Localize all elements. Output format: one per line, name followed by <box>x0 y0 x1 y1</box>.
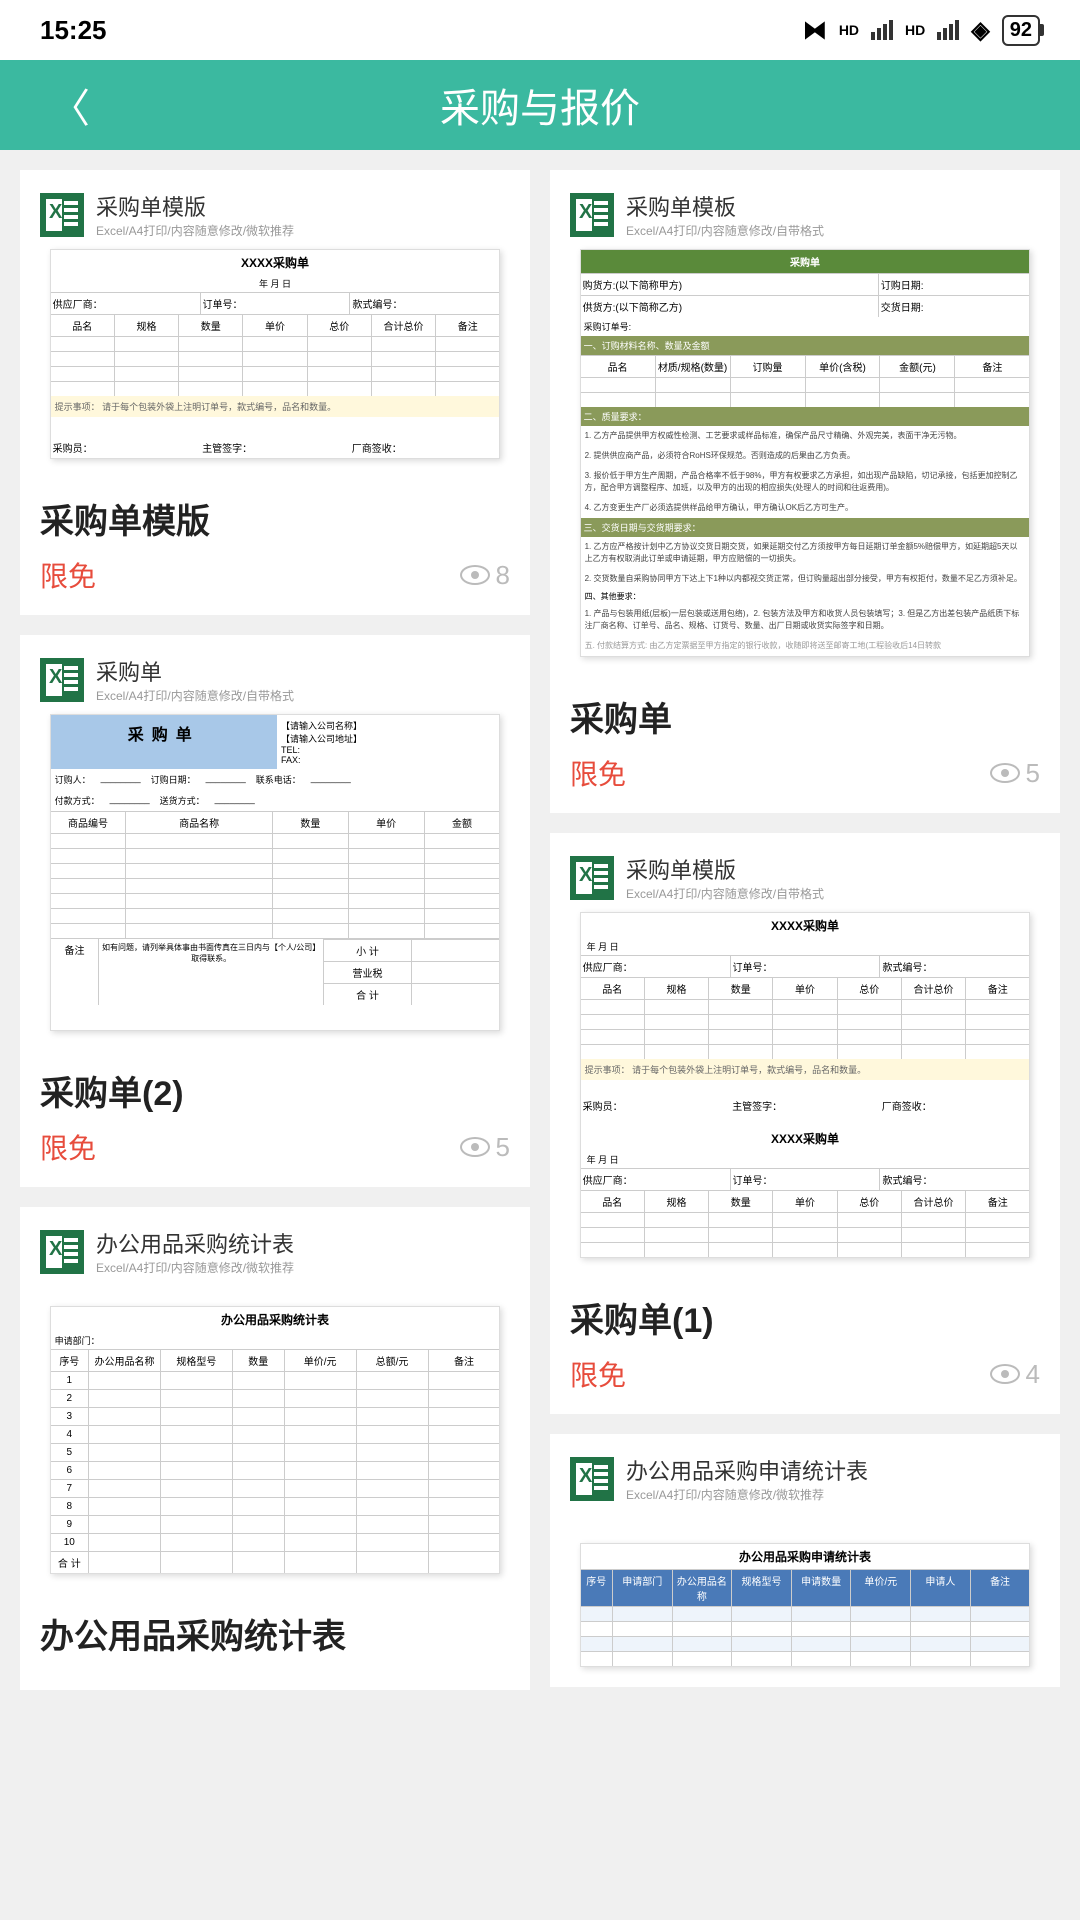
template-card[interactable]: 采购单 Excel/A4打印/内容随意修改/自带格式 采购单 【请输入公司名称】… <box>20 635 530 1187</box>
card-preview: 办公用品采购申请统计表 Excel/A4打印/内容随意修改/微软推荐 办公用品采… <box>550 1434 1060 1687</box>
doc-subtitle: Excel/A4打印/内容随意修改/自带格式 <box>626 222 824 239</box>
card-title: 采购单(2) <box>40 1066 510 1115</box>
sheet-preview: XXXX采购单 年 月 日 供应厂商：订单号：款式编号： 品名规格数量单价总价合… <box>580 912 1031 1258</box>
signal-icon-2 <box>937 20 959 40</box>
doc-title: 办公用品采购统计表 <box>96 1227 294 1259</box>
status-right: ⧓ HD HD ◈ 92 <box>803 15 1040 46</box>
doc-title: 采购单模板 <box>626 190 824 222</box>
sheet-preview: 采购单 【请输入公司名称】 【请输入公司地址】 TEL: FAX: 订购人：__… <box>50 714 501 1031</box>
view-count: 5 <box>460 1132 510 1163</box>
view-count: 5 <box>990 758 1040 789</box>
price-tag: 限免 <box>570 753 626 793</box>
card-preview: 采购单 Excel/A4打印/内容随意修改/自带格式 采购单 【请输入公司名称】… <box>20 635 530 1051</box>
excel-icon <box>570 856 614 900</box>
doc-title: 办公用品采购申请统计表 <box>626 1454 868 1486</box>
card-title: 采购单模版 <box>40 494 510 543</box>
doc-title: 采购单 <box>96 655 294 687</box>
eye-icon <box>990 1364 1020 1384</box>
view-count: 4 <box>990 1359 1040 1390</box>
card-preview: 采购单模版 Excel/A4打印/内容随意修改/自带格式 XXXX采购单 年 月… <box>550 833 1060 1278</box>
content-grid[interactable]: 采购单模版 Excel/A4打印/内容随意修改/微软推荐 XXXX采购单 年 月… <box>0 150 1080 1710</box>
card-title: 采购单 <box>570 692 1040 741</box>
status-time: 15:25 <box>40 15 107 46</box>
eye-icon <box>990 763 1020 783</box>
battery-icon: 92 <box>1002 15 1040 46</box>
template-card[interactable]: 办公用品采购申请统计表 Excel/A4打印/内容随意修改/微软推荐 办公用品采… <box>550 1434 1060 1687</box>
hd-label-2: HD <box>905 22 925 38</box>
card-preview: 采购单模板 Excel/A4打印/内容随意修改/自带格式 采购单 购货方:(以下… <box>550 170 1060 677</box>
price-tag: 限免 <box>40 1127 96 1167</box>
doc-subtitle: Excel/A4打印/内容随意修改/自带格式 <box>626 885 824 902</box>
price-tag: 限免 <box>40 555 96 595</box>
doc-subtitle: Excel/A4打印/内容随意修改/自带格式 <box>96 687 294 704</box>
card-title: 采购单(1) <box>570 1293 1040 1342</box>
hd-label-1: HD <box>839 22 859 38</box>
template-card[interactable]: 采购单模版 Excel/A4打印/内容随意修改/微软推荐 XXXX采购单 年 月… <box>20 170 530 615</box>
sheet-preview: 办公用品采购申请统计表 序号申请部门办公用品名称规格型号申请数量单价/元申请人备… <box>580 1543 1031 1667</box>
eye-icon <box>460 1137 490 1157</box>
template-card[interactable]: 采购单模板 Excel/A4打印/内容随意修改/自带格式 采购单 购货方:(以下… <box>550 170 1060 813</box>
app-header: 〈 采购与报价 <box>0 60 1080 150</box>
card-preview: 采购单模版 Excel/A4打印/内容随意修改/微软推荐 XXXX采购单 年 月… <box>20 170 530 479</box>
doc-subtitle: Excel/A4打印/内容随意修改/微软推荐 <box>96 222 294 239</box>
excel-icon <box>40 1230 84 1274</box>
bluetooth-icon: ⧓ <box>803 16 827 45</box>
excel-icon <box>40 193 84 237</box>
doc-title: 采购单模版 <box>96 190 294 222</box>
sheet-preview: 采购单 购货方:(以下简称甲方)订购日期: 供货方:(以下简称乙方)交货日期: … <box>580 249 1031 657</box>
excel-icon <box>570 193 614 237</box>
left-column: 采购单模版 Excel/A4打印/内容随意修改/微软推荐 XXXX采购单 年 月… <box>20 170 530 1690</box>
eye-icon <box>460 565 490 585</box>
signal-icon-1 <box>871 20 893 40</box>
back-button[interactable]: 〈 <box>30 66 110 144</box>
sheet-preview: 办公用品采购统计表 申请部门： 序号办公用品名称规格型号数量单价/元总额/元备注… <box>50 1306 501 1574</box>
excel-icon <box>570 1457 614 1501</box>
view-count: 8 <box>460 560 510 591</box>
template-card[interactable]: 采购单模版 Excel/A4打印/内容随意修改/自带格式 XXXX采购单 年 月… <box>550 833 1060 1414</box>
card-preview: 办公用品采购统计表 Excel/A4打印/内容随意修改/微软推荐 办公用品采购统… <box>20 1207 530 1594</box>
price-tag: 限免 <box>570 1354 626 1394</box>
wifi-icon: ◈ <box>971 16 989 45</box>
doc-subtitle: Excel/A4打印/内容随意修改/微软推荐 <box>96 1259 294 1276</box>
template-card[interactable]: 办公用品采购统计表 Excel/A4打印/内容随意修改/微软推荐 办公用品采购统… <box>20 1207 530 1690</box>
doc-subtitle: Excel/A4打印/内容随意修改/微软推荐 <box>626 1486 868 1503</box>
excel-icon <box>40 658 84 702</box>
page-title: 采购与报价 <box>0 76 1080 134</box>
sheet-preview: XXXX采购单 年 月 日 供应厂商：订单号：款式编号： 品名规格数量单价总价合… <box>50 249 501 459</box>
status-bar: 15:25 ⧓ HD HD ◈ 92 <box>0 0 1080 60</box>
right-column: 采购单模板 Excel/A4打印/内容随意修改/自带格式 采购单 购货方:(以下… <box>550 170 1060 1690</box>
card-title: 办公用品采购统计表 <box>40 1609 510 1658</box>
doc-title: 采购单模版 <box>626 853 824 885</box>
